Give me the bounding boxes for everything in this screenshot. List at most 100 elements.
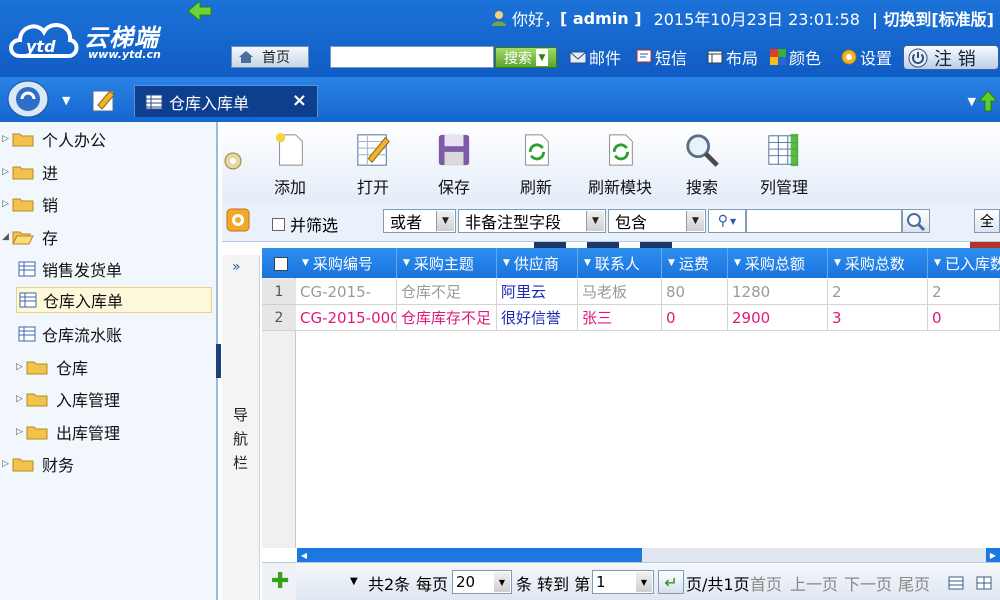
chevron-down-icon[interactable]: ▼	[494, 572, 510, 592]
open-button[interactable]: 打开	[333, 132, 413, 198]
global-search-input[interactable]	[330, 46, 494, 68]
chevron-down-icon[interactable]: ▼	[62, 94, 70, 107]
global-search-button[interactable]: 搜索 ▼	[495, 47, 557, 68]
table-cell[interactable]: 2	[828, 279, 928, 305]
sidebar-item-outbound-mgmt[interactable]: ▷ 出库管理	[16, 419, 120, 445]
start-orb-icon[interactable]	[7, 80, 49, 118]
column-manager-button[interactable]: 列管理	[744, 132, 824, 198]
add-button[interactable]: 添加	[250, 132, 330, 198]
chevron-down-icon[interactable]: ▼	[968, 95, 976, 108]
chevron-right-icon[interactable]: ▷	[2, 199, 12, 209]
chevron-down-icon[interactable]: ▼	[436, 211, 454, 231]
select-all-checkbox[interactable]	[274, 257, 288, 271]
column-header[interactable]: ▼ 采购总数	[828, 248, 928, 278]
table-row[interactable]: 1 CG-2015- 仓库不足 阿里云 马老板 80 1280 2 2	[262, 279, 1000, 305]
gear-icon[interactable]	[222, 150, 244, 172]
chevron-down-icon[interactable]: ▼	[536, 49, 548, 66]
logic-select[interactable]: 或者 ▼	[383, 209, 456, 233]
color-link[interactable]: 颜色	[769, 45, 821, 69]
goto-page-button[interactable]: ↵	[658, 570, 684, 594]
table-cell[interactable]: 仓库不足	[397, 279, 497, 305]
table-cell[interactable]: 很好信誉	[497, 305, 578, 331]
next-page-link[interactable]: 下一页	[844, 571, 892, 595]
column-header[interactable]: ▼ 运费	[662, 248, 728, 278]
refresh-module-button[interactable]: 刷新模块	[580, 132, 660, 198]
table-cell[interactable]: 仓库库存不足	[397, 305, 497, 331]
switch-version-link[interactable]: | 切换到[标准版]	[872, 6, 994, 30]
chevron-down-icon[interactable]: ▼	[636, 572, 652, 592]
scroll-left-icon[interactable]: ◀	[297, 548, 311, 562]
sidebar-item-sales[interactable]: ▷ 销	[2, 191, 58, 217]
sidebar-splitter[interactable]	[216, 344, 221, 378]
list-view-icon[interactable]	[948, 575, 964, 591]
table-cell[interactable]: CG-2015-0000	[296, 305, 397, 331]
gear-icon[interactable]	[226, 208, 250, 232]
scroll-thumb[interactable]	[311, 548, 642, 562]
edit-note-icon[interactable]	[90, 87, 118, 113]
page-select[interactable]: 1 ▼	[592, 570, 654, 594]
checkbox-box[interactable]	[272, 217, 285, 231]
grid-view-icon[interactable]	[976, 575, 992, 591]
sidebar-item-warehouse[interactable]: ▷ 仓库	[16, 354, 88, 380]
chevron-expanded-icon[interactable]: ◢	[2, 232, 12, 242]
sidebar-item-purchase[interactable]: ▷ 进	[2, 159, 58, 185]
sidebar-item-warehouse-receipt[interactable]: 仓库入库单	[16, 287, 212, 313]
table-cell[interactable]: 1280	[728, 279, 828, 305]
table-cell[interactable]: 阿里云	[497, 279, 578, 305]
chevron-right-icon[interactable]: ▷	[2, 134, 12, 144]
table-cell[interactable]: 马老板	[578, 279, 662, 305]
operator-select[interactable]: 包含 ▼	[608, 209, 706, 233]
table-cell[interactable]: 0	[928, 305, 1000, 331]
table-cell[interactable]: 80	[662, 279, 728, 305]
settings-link[interactable]: 设置	[840, 45, 892, 69]
sidebar-item-personal-office[interactable]: ▷ 个人办公	[2, 126, 106, 152]
chevron-down-icon[interactable]: ▼	[686, 211, 704, 231]
chevron-right-icon[interactable]: ▷	[16, 394, 26, 404]
chevron-right-icon[interactable]: ▷	[2, 459, 12, 469]
last-page-link[interactable]: 尾页	[898, 571, 930, 595]
layout-link[interactable]: 布局	[706, 45, 758, 69]
mail-link[interactable]: 邮件	[569, 45, 621, 69]
column-header[interactable]: ▼ 联系人	[578, 248, 662, 278]
close-icon[interactable]: ×	[292, 90, 307, 111]
column-header[interactable]: ▼ 采购总额	[728, 248, 828, 278]
sms-link[interactable]: 短信	[635, 45, 687, 69]
horizontal-scrollbar[interactable]: ◀ ▶	[297, 548, 1000, 562]
select-all-button[interactable]: 全	[974, 209, 1000, 233]
sidebar-item-finance[interactable]: ▷ 财务	[2, 451, 74, 477]
home-button[interactable]: 首页	[231, 46, 309, 68]
column-header[interactable]: ▼ 采购主题	[397, 248, 497, 278]
chevron-down-icon[interactable]: ▼	[586, 211, 604, 231]
scroll-right-icon[interactable]: ▶	[986, 548, 1000, 562]
per-page-select[interactable]: 20 ▼	[452, 570, 512, 594]
filter-value-input[interactable]	[746, 209, 902, 233]
sidebar-item-sales-delivery[interactable]: 销售发货单	[18, 256, 122, 282]
app-logo[interactable]: ytd 云梯端 www.ytd.cn	[4, 6, 194, 68]
filter-search-button[interactable]	[902, 209, 930, 233]
table-cell[interactable]: 2	[928, 279, 1000, 305]
sidebar-item-inbound-mgmt[interactable]: ▷ 入库管理	[16, 386, 120, 412]
collapse-up-arrow-icon[interactable]	[978, 90, 998, 112]
tab-warehouse-receipt[interactable]: 仓库入库单 ×	[134, 85, 318, 117]
search-button[interactable]: 搜索	[662, 132, 742, 198]
field-select[interactable]: 非备注型字段 ▼	[458, 209, 606, 233]
table-cell[interactable]: 3	[828, 305, 928, 331]
chevron-right-icon[interactable]: ▷	[2, 167, 12, 177]
prev-page-link[interactable]: 上一页	[790, 571, 838, 595]
sidebar-item-inventory[interactable]: ◢ 存	[2, 224, 58, 250]
table-cell[interactable]: 0	[662, 305, 728, 331]
chevron-right-icon[interactable]: ▷	[16, 362, 26, 372]
refresh-button[interactable]: 刷新	[496, 132, 576, 198]
table-row[interactable]: 2 CG-2015-0000 仓库库存不足 很好信誉 张三 0 2900 3 0	[262, 305, 1000, 331]
expand-icon[interactable]: »	[232, 259, 241, 275]
column-header[interactable]: ▼ 已入库数	[928, 248, 1000, 278]
chevron-right-icon[interactable]: ▷	[16, 427, 26, 437]
sidebar-item-warehouse-ledger[interactable]: 仓库流水账	[18, 321, 122, 347]
chevron-down-icon[interactable]: ▼	[350, 576, 358, 587]
save-button[interactable]: 保存	[414, 132, 494, 198]
first-page-link[interactable]: 首页	[750, 571, 782, 595]
table-cell[interactable]: 张三	[578, 305, 662, 331]
logout-button[interactable]: 注 销	[903, 45, 999, 70]
table-cell[interactable]: 2900	[728, 305, 828, 331]
add-row-icon[interactable]: ✚	[271, 571, 289, 593]
